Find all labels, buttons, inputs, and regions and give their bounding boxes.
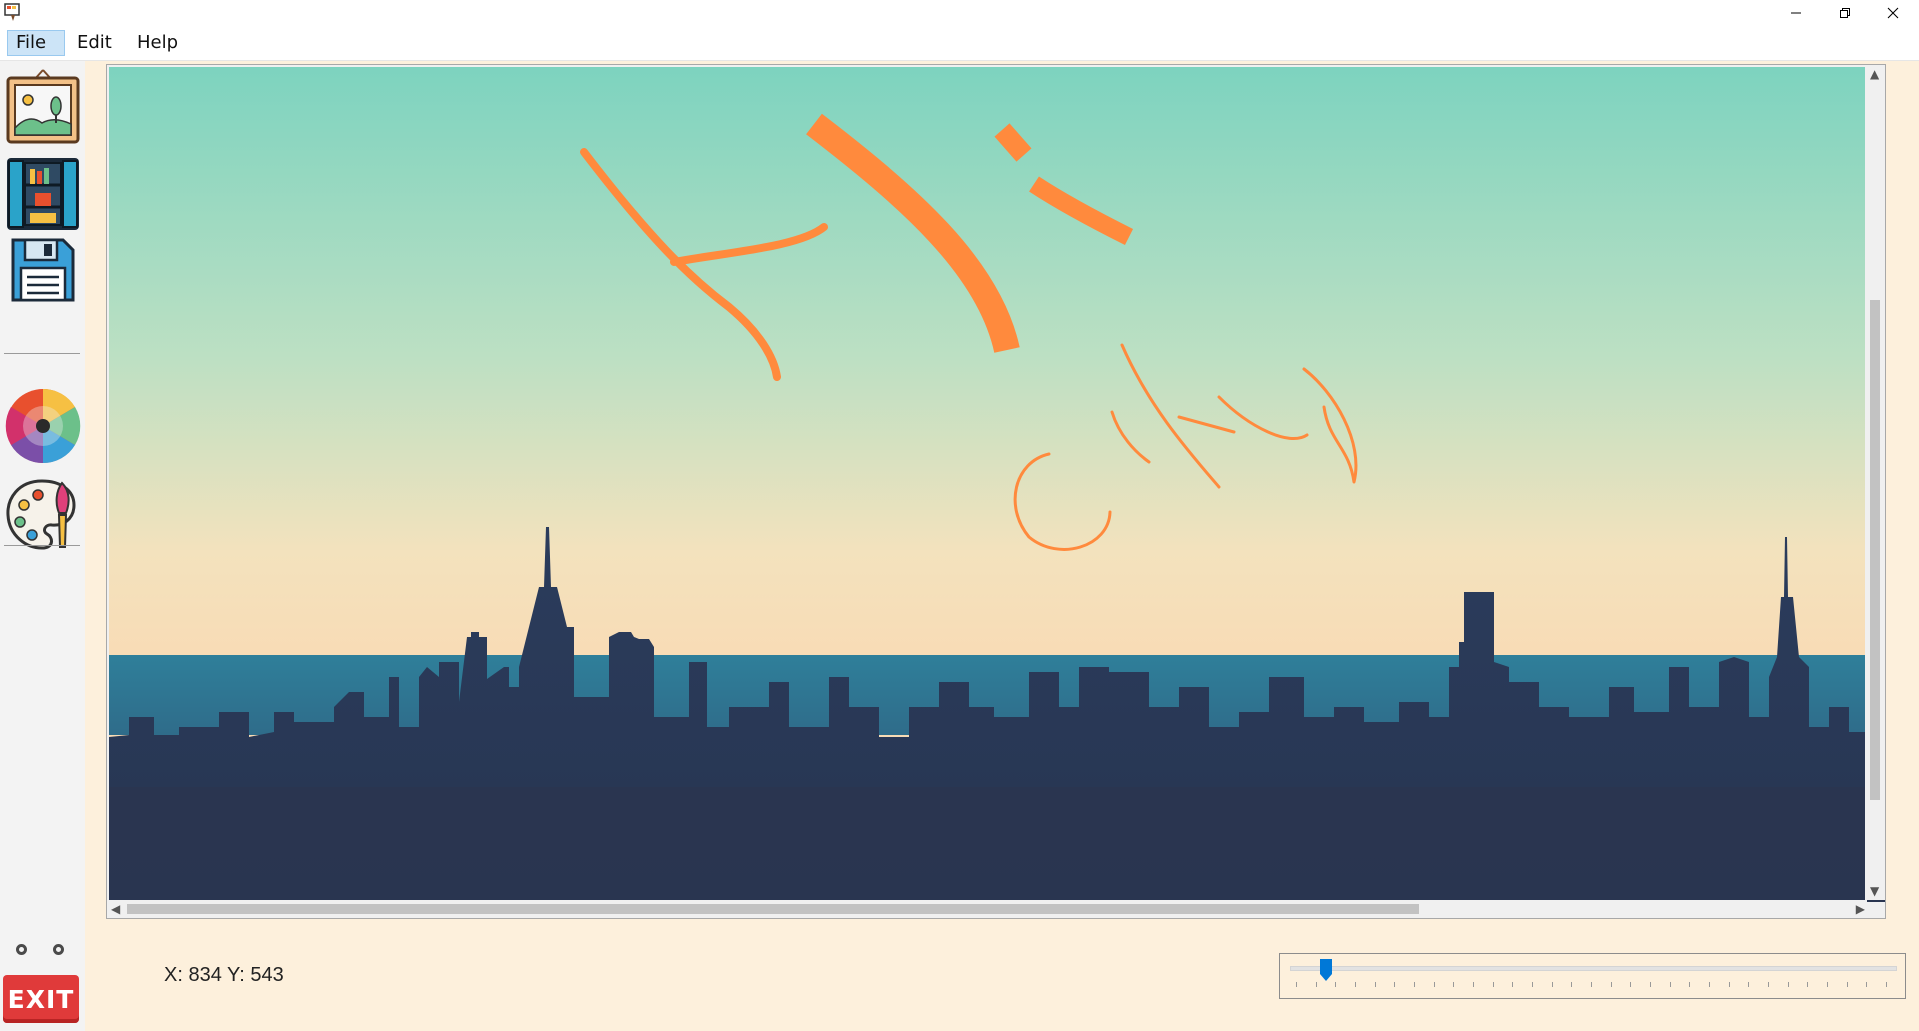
- slider-tick: [1768, 982, 1769, 987]
- menu-help[interactable]: Help: [129, 30, 186, 56]
- floppy-disk-icon: [11, 238, 75, 302]
- slider-tick: [1335, 982, 1337, 987]
- exit-button[interactable]: EXIT: [3, 975, 79, 1023]
- minimize-icon: [1791, 12, 1801, 14]
- brush-size-slider[interactable]: [1279, 953, 1906, 999]
- slider-tick: [1886, 982, 1887, 987]
- color-wheel-icon: [5, 388, 81, 464]
- menu-edit[interactable]: Edit: [69, 30, 120, 56]
- slider-tick: [1512, 982, 1514, 987]
- horizontal-scrollbar[interactable]: ◀ ▶: [107, 900, 1867, 918]
- close-icon: [1887, 7, 1899, 19]
- restore-icon: [1840, 8, 1850, 18]
- slider-tick: [1748, 982, 1750, 987]
- dot-icon: [16, 944, 27, 955]
- picture-frame-icon: [6, 69, 80, 144]
- slider-tick: [1728, 982, 1730, 987]
- save-tool[interactable]: [8, 235, 78, 305]
- gallery-tool[interactable]: [4, 155, 82, 233]
- slider-tick: [1473, 982, 1474, 987]
- minimize-button[interactable]: [1773, 0, 1819, 26]
- slider-thumb[interactable]: [1319, 959, 1332, 981]
- menu-bar: File Edit Help: [0, 26, 1919, 61]
- slider-tick: [1374, 982, 1376, 987]
- horizontal-scroll-thumb[interactable]: [127, 904, 1419, 914]
- restore-button[interactable]: [1822, 0, 1868, 26]
- slider-tick: [1827, 982, 1828, 987]
- slider-tick: [1571, 982, 1573, 987]
- left-toolbar: EXIT: [0, 61, 85, 1031]
- paint-palette-icon: [6, 479, 76, 550]
- toolbar-separator: [4, 545, 80, 546]
- cursor-coordinates: X: 834 Y: 543: [164, 964, 284, 986]
- slider-tick: [1866, 982, 1868, 987]
- toolbar-separator: [4, 353, 80, 354]
- slider-tick: [1669, 982, 1671, 987]
- drawing-canvas[interactable]: ▲ ▼ ◀ ▶: [106, 64, 1886, 919]
- scroll-down-arrow-icon[interactable]: ▼: [1870, 884, 1879, 898]
- slider-tick: [1296, 982, 1297, 987]
- slider-tick: [1355, 982, 1356, 987]
- dot-icon: [53, 944, 64, 955]
- city-skyline-photo[interactable]: [109, 67, 1886, 902]
- slider-tick: [1689, 982, 1691, 987]
- menu-file[interactable]: File: [7, 30, 65, 56]
- slider-tick: [1532, 982, 1533, 987]
- slider-tick: [1315, 982, 1317, 987]
- slider-tick: [1394, 982, 1396, 987]
- bookshelf-icon: [7, 158, 79, 230]
- slider-tick: [1630, 982, 1632, 987]
- open-image-tool[interactable]: [4, 68, 82, 146]
- vertical-scrollbar[interactable]: ▲ ▼: [1865, 65, 1885, 900]
- slider-tick: [1591, 982, 1592, 987]
- title-bar: [0, 0, 1919, 26]
- scroll-up-arrow-icon[interactable]: ▲: [1870, 67, 1879, 81]
- slider-tick: [1709, 982, 1710, 987]
- slider-tick: [1807, 982, 1809, 987]
- slider-tick: [1846, 982, 1848, 987]
- close-window-button[interactable]: [1870, 0, 1916, 26]
- slider-tick: [1787, 982, 1789, 987]
- vertical-scroll-thumb[interactable]: [1870, 300, 1880, 800]
- scroll-left-arrow-icon[interactable]: ◀: [111, 902, 120, 916]
- palette-tool[interactable]: [4, 475, 82, 553]
- slider-track: [1290, 966, 1897, 971]
- slider-tick: [1492, 982, 1494, 987]
- slider-tick: [1650, 982, 1651, 987]
- slider-tick: [1453, 982, 1455, 987]
- paint-app-icon: [3, 2, 23, 22]
- slider-tick: [1414, 982, 1415, 987]
- slider-tick: [1551, 982, 1553, 987]
- color-wheel-tool[interactable]: [4, 387, 82, 465]
- slider-tick: [1433, 982, 1435, 987]
- slider-tick: [1610, 982, 1612, 987]
- scroll-right-arrow-icon[interactable]: ▶: [1856, 902, 1865, 916]
